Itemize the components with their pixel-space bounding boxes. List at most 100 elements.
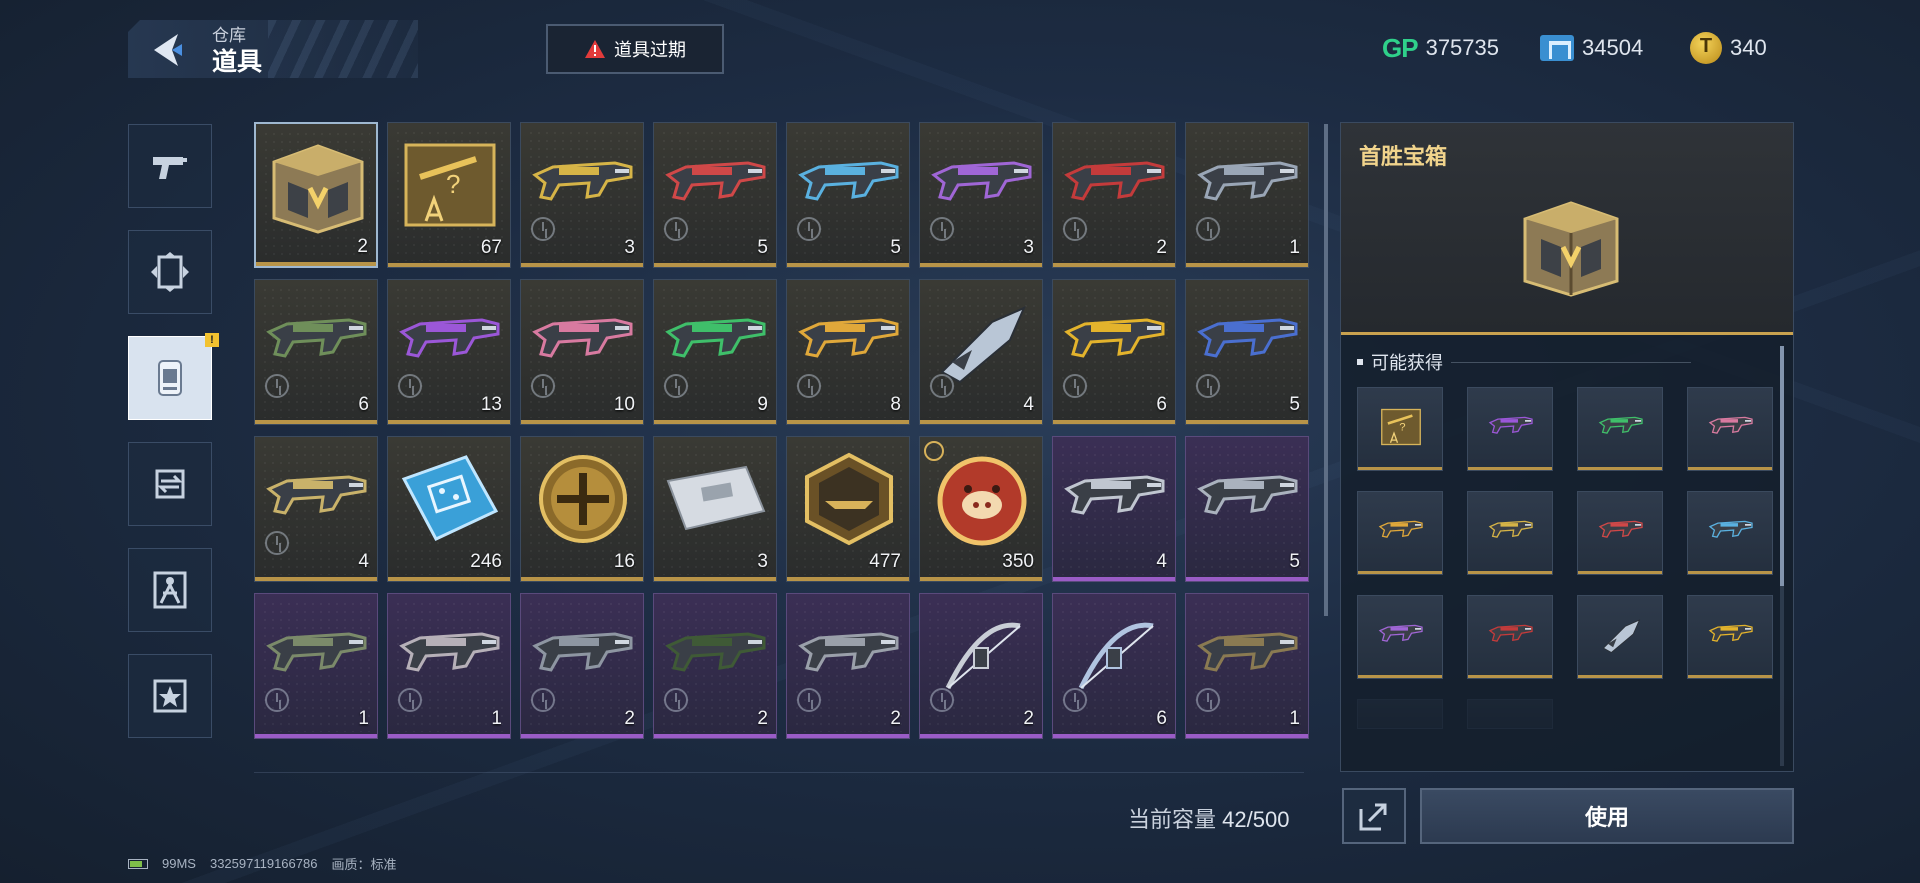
use-button[interactable]: 使用 bbox=[1420, 788, 1794, 844]
item-quantity: 2 bbox=[357, 236, 368, 257]
weapon-icon bbox=[1064, 475, 1165, 515]
timer-icon bbox=[1063, 688, 1087, 712]
inventory-item[interactable]: 477 bbox=[786, 436, 910, 582]
inventory-item[interactable]: 5 bbox=[1185, 279, 1309, 425]
inventory-item[interactable]: 3 bbox=[653, 436, 777, 582]
inventory-item[interactable]: 2 bbox=[520, 593, 644, 739]
inventory-item[interactable]: 9 bbox=[653, 279, 777, 425]
possible-reward-item[interactable] bbox=[1577, 387, 1663, 471]
sidebar-item-exchange[interactable] bbox=[128, 442, 212, 526]
capacity-readout: 当前容量 42/500 bbox=[1128, 802, 1289, 834]
panel-divider bbox=[1324, 124, 1328, 616]
rewards-scrollbar-thumb[interactable] bbox=[1780, 346, 1784, 586]
inventory-item[interactable]: 2 bbox=[254, 122, 378, 268]
detail-title: 首胜宝箱 bbox=[1359, 144, 1448, 169]
rarity-bar bbox=[920, 263, 1042, 267]
inventory-item[interactable]: 1 bbox=[254, 593, 378, 739]
item-quantity: 3 bbox=[757, 551, 768, 572]
inventory-item[interactable]: 4 bbox=[254, 436, 378, 582]
item-quantity: 3 bbox=[624, 237, 635, 258]
possible-reward-item[interactable] bbox=[1467, 491, 1553, 575]
inventory-item[interactable]: 1 bbox=[1185, 122, 1309, 268]
inventory-item[interactable]: 2 bbox=[919, 593, 1043, 739]
possible-reward-item[interactable] bbox=[1687, 491, 1773, 575]
rarity-bar bbox=[1468, 571, 1552, 574]
item-quantity: 246 bbox=[470, 551, 502, 572]
inventory-item[interactable]: 3 bbox=[919, 122, 1043, 268]
item-quantity: 4 bbox=[1023, 394, 1034, 415]
possible-reward-item-partial bbox=[1467, 699, 1553, 729]
share-button[interactable] bbox=[1342, 788, 1406, 844]
item-quantity: 2 bbox=[1156, 237, 1167, 258]
inventory-item[interactable]: 5 bbox=[653, 122, 777, 268]
possible-reward-item[interactable] bbox=[1687, 595, 1773, 679]
currency-coin: 340 bbox=[1690, 28, 1767, 68]
inventory-item[interactable]: 246 bbox=[387, 436, 511, 582]
timer-icon bbox=[930, 217, 954, 241]
inventory-item[interactable]: 1 bbox=[1185, 593, 1309, 739]
expired-items-button[interactable]: 道具过期 bbox=[546, 24, 724, 74]
item-quantity: 5 bbox=[1289, 551, 1300, 572]
item-quantity: 2 bbox=[1023, 708, 1034, 729]
possible-reward-item[interactable] bbox=[1357, 491, 1443, 575]
possible-reward-item[interactable] bbox=[1467, 387, 1553, 471]
sidebar-item-scrolls[interactable] bbox=[128, 230, 212, 314]
inventory-item[interactable]: 2 bbox=[786, 593, 910, 739]
inventory-item[interactable]: 2 bbox=[653, 593, 777, 739]
possible-reward-item[interactable] bbox=[1577, 595, 1663, 679]
inventory-item[interactable]: 5 bbox=[1185, 436, 1309, 582]
blueprint-icon: ? bbox=[1381, 408, 1421, 446]
possible-reward-item[interactable] bbox=[1467, 595, 1553, 679]
timer-icon bbox=[265, 374, 289, 398]
inventory-item[interactable]: 10 bbox=[520, 279, 644, 425]
possible-reward-item[interactable] bbox=[1577, 491, 1663, 575]
possible-reward-item[interactable]: ? bbox=[1357, 387, 1443, 471]
svg-text:?: ? bbox=[1399, 422, 1405, 434]
inventory-item[interactable]: 6 bbox=[1052, 593, 1176, 739]
timer-icon bbox=[930, 374, 954, 398]
inventory-item[interactable]: 5 bbox=[786, 122, 910, 268]
rarity-bar bbox=[388, 420, 510, 424]
rarity-bar bbox=[1578, 571, 1662, 574]
inventory-item[interactable]: 2 bbox=[1052, 122, 1176, 268]
back-button[interactable]: 仓库 道具 bbox=[128, 20, 418, 78]
battery-icon bbox=[128, 858, 148, 869]
inventory-item[interactable]: 1 bbox=[387, 593, 511, 739]
inventory-item[interactable]: 8 bbox=[786, 279, 910, 425]
inventory-item[interactable]: 350 bbox=[919, 436, 1043, 582]
rarity-bar bbox=[1053, 263, 1175, 267]
inventory-item[interactable]: 4 bbox=[1052, 436, 1176, 582]
timer-icon bbox=[531, 374, 555, 398]
rarity-bar bbox=[1053, 420, 1175, 424]
inventory-item[interactable]: 6 bbox=[254, 279, 378, 425]
rarity-bar bbox=[1186, 263, 1308, 267]
rarity-bar bbox=[654, 263, 776, 267]
rarity-bar bbox=[255, 734, 377, 738]
timer-icon bbox=[265, 688, 289, 712]
item-quantity: 16 bbox=[613, 551, 635, 572]
inventory-item[interactable]: 13 bbox=[387, 279, 511, 425]
rarity-bar bbox=[388, 734, 510, 738]
item-quantity: 5 bbox=[890, 237, 901, 258]
grid-divider bbox=[254, 772, 1304, 773]
weapon-icon bbox=[1708, 416, 1753, 434]
rarity-bar bbox=[654, 734, 776, 738]
item-quantity: 6 bbox=[1156, 394, 1167, 415]
inventory-item[interactable]: 4 bbox=[919, 279, 1043, 425]
inventory-item[interactable]: 3 bbox=[520, 122, 644, 268]
heading-marker bbox=[1357, 359, 1363, 365]
sidebar-item-character[interactable] bbox=[128, 548, 212, 632]
new-badge: ! bbox=[205, 333, 219, 347]
inventory-item[interactable]: 6 bbox=[1052, 279, 1176, 425]
timer-icon bbox=[531, 217, 555, 241]
timer-icon bbox=[924, 441, 944, 461]
sidebar-item-props[interactable]: ! bbox=[128, 333, 219, 420]
sidebar-item-weapons[interactable] bbox=[128, 124, 212, 208]
rarity-bar bbox=[1053, 577, 1175, 581]
possible-reward-item[interactable] bbox=[1687, 387, 1773, 471]
inventory-item[interactable]: 16 bbox=[520, 436, 644, 582]
weapon-icon bbox=[1598, 520, 1643, 538]
possible-reward-item[interactable] bbox=[1357, 595, 1443, 679]
inventory-item[interactable]: ? 67 bbox=[387, 122, 511, 268]
sidebar-item-achievements[interactable] bbox=[128, 654, 212, 738]
